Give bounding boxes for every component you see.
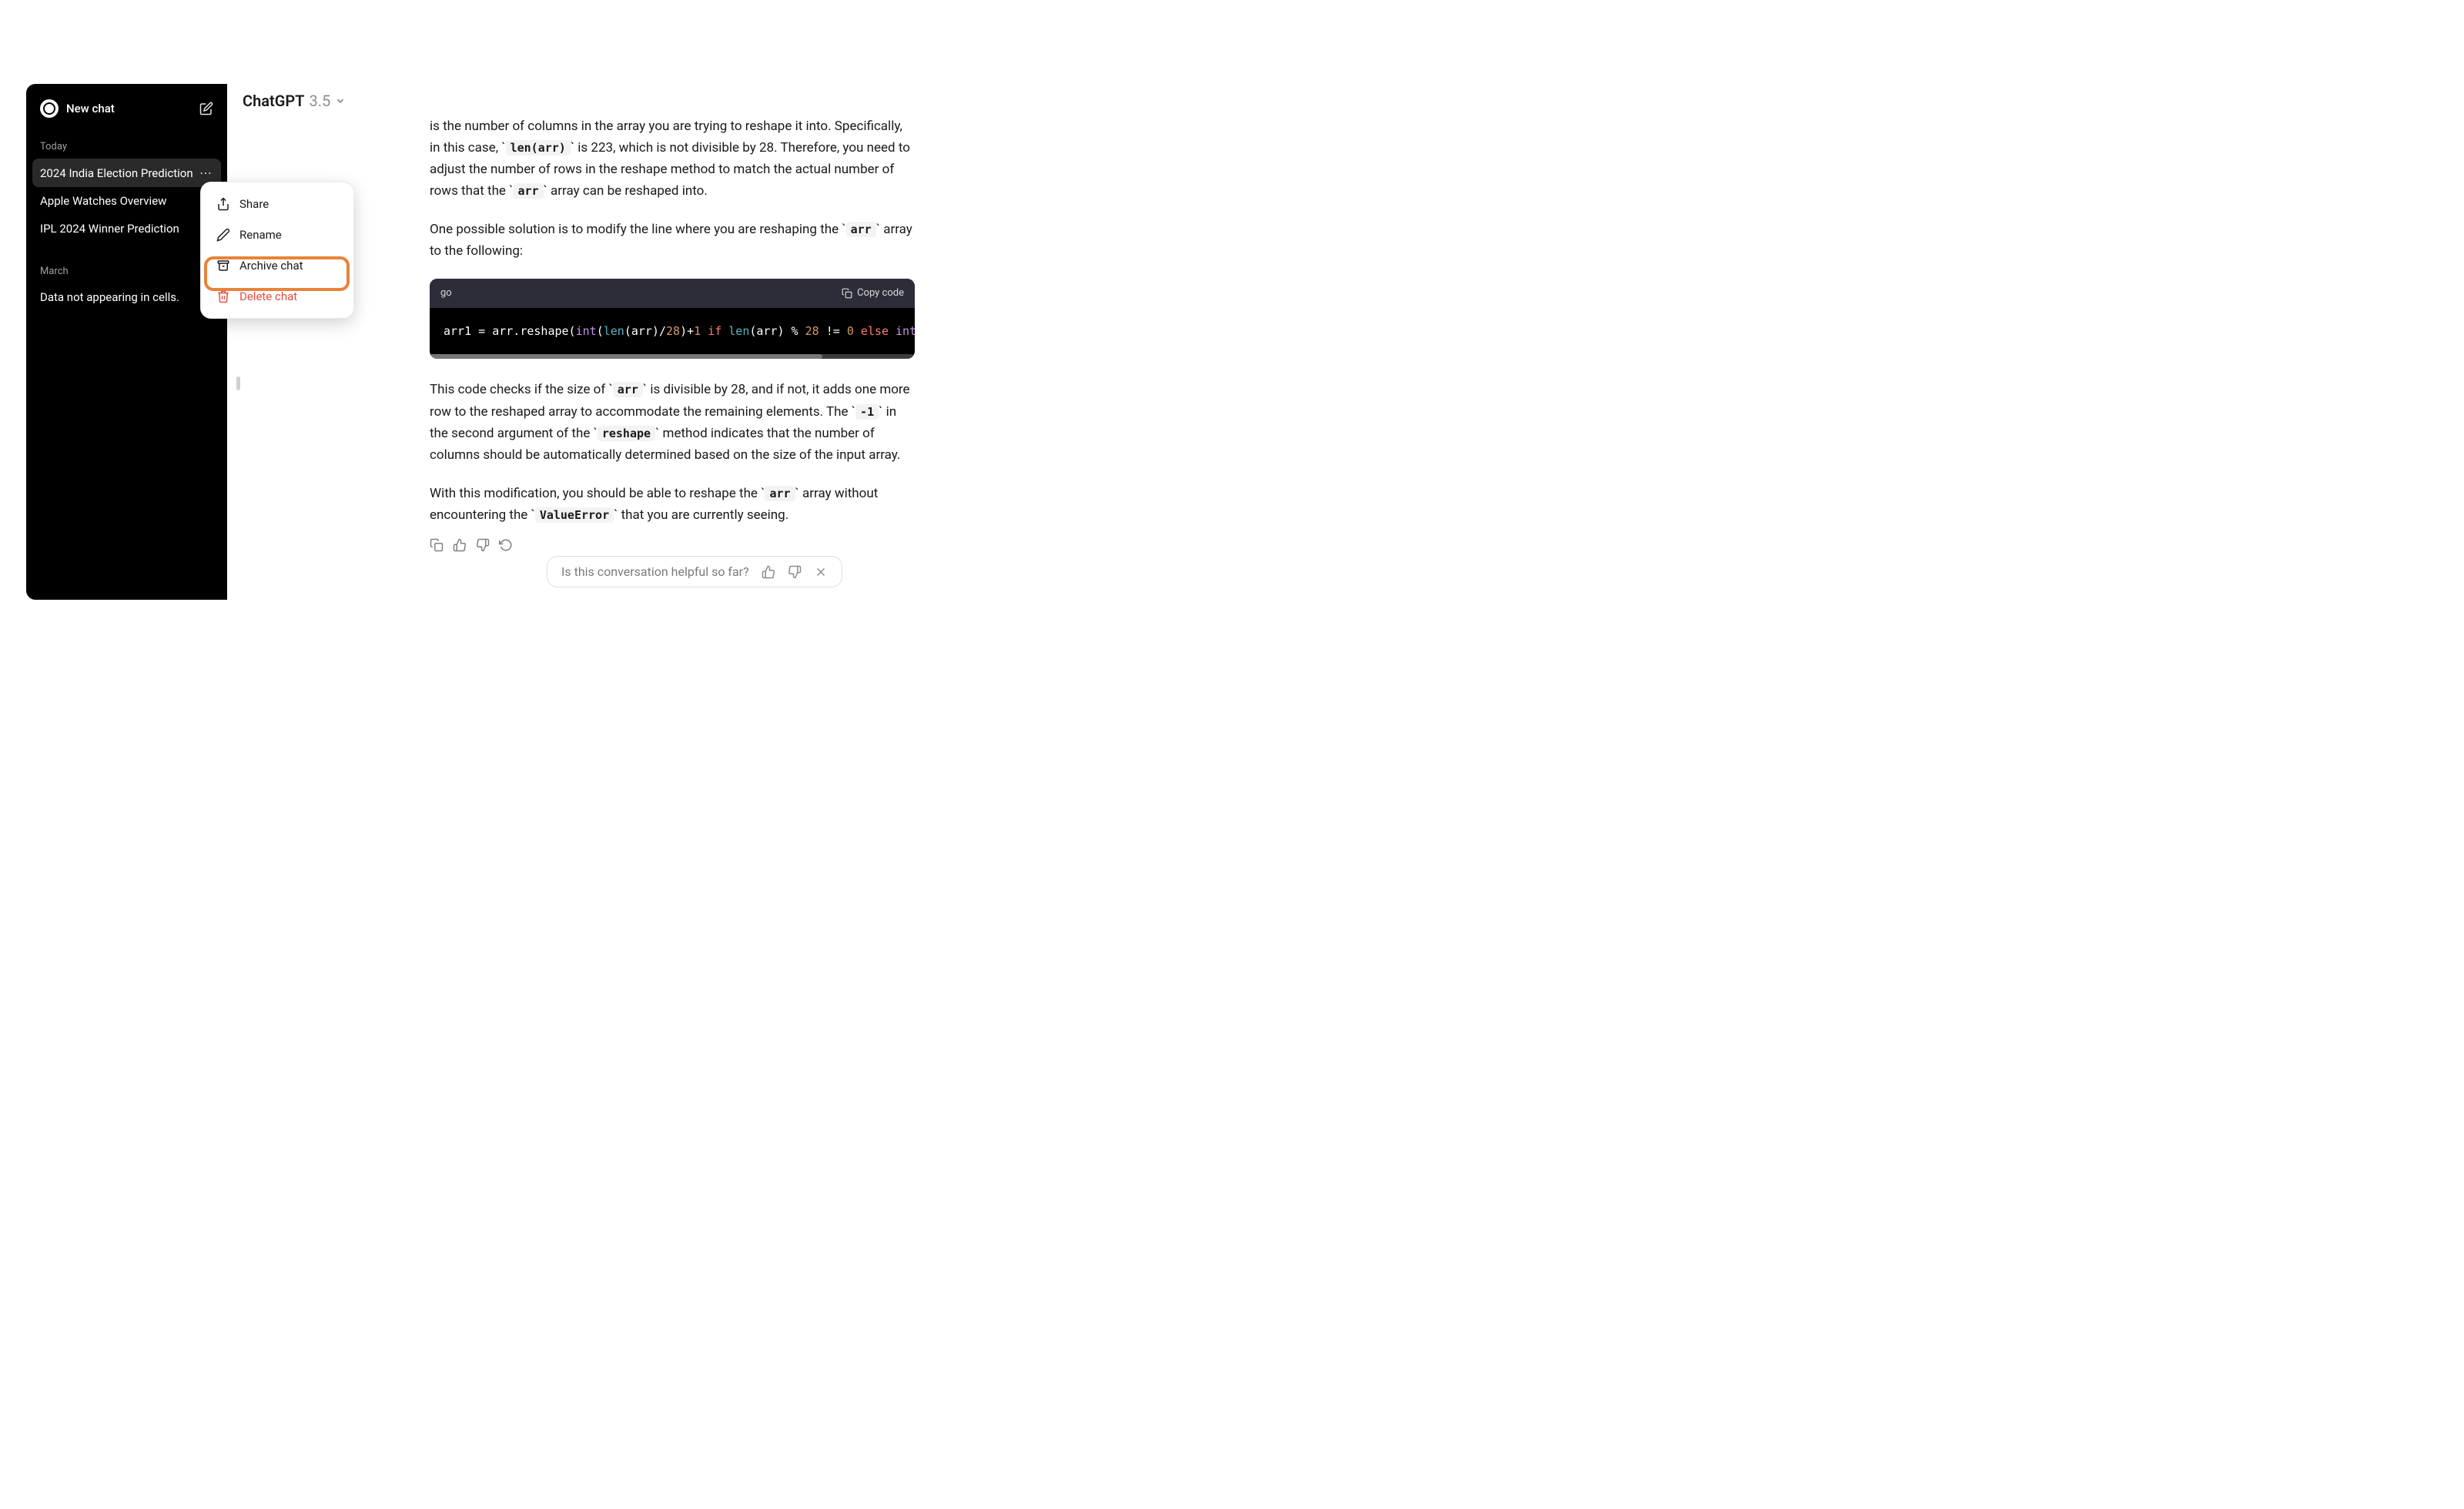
sidebar-item-chat[interactable]: IPL 2024 Winner Prediction: [32, 215, 221, 243]
chevron-down-icon: [335, 95, 346, 106]
inline-code: arr: [846, 222, 876, 237]
feedback-prompt: Is this conversation helpful so far?: [547, 556, 842, 587]
archive-icon: [216, 259, 230, 273]
close-icon[interactable]: [814, 565, 828, 579]
message-paragraph: With this modification, you should be ab…: [430, 483, 915, 526]
menu-item-label: Delete chat: [239, 289, 297, 303]
openai-logo-icon: [40, 99, 59, 118]
share-icon: [216, 197, 230, 211]
sidebar-section-label: Today: [32, 130, 221, 159]
inline-code: arr: [765, 486, 795, 501]
copy-code-button[interactable]: Copy code: [842, 285, 904, 301]
code-content[interactable]: arr1 = arr.reshape(int(len(arr)/28)+1 if…: [430, 308, 915, 355]
menu-item-archive[interactable]: Archive chat: [201, 250, 353, 281]
more-options-icon[interactable]: ⋯: [199, 166, 213, 180]
clipboard-icon: [842, 288, 852, 299]
message-paragraph: One possible solution is to modify the l…: [430, 219, 915, 262]
assistant-message: is the number of columns in the array yo…: [430, 115, 915, 552]
thumbs-down-icon[interactable]: [476, 538, 490, 552]
thumbs-down-icon[interactable]: [788, 565, 802, 579]
model-name: ChatGPT: [243, 92, 304, 110]
sidebar-item-label: 2024 India Election Prediction: [40, 166, 199, 180]
sidebar-item-label: Data not appearing in cells.: [40, 290, 213, 304]
feedback-text: Is this conversation helpful so far?: [561, 564, 749, 579]
sidebar-item-label: Apple Watches Overview: [40, 194, 213, 208]
code-block-header: go Copy code: [430, 279, 915, 307]
new-chat-button[interactable]: New chat: [32, 93, 221, 130]
sidebar-item-chat[interactable]: Apple Watches Overview: [32, 187, 221, 215]
sidebar-item-chat[interactable]: 2024 India Election Prediction ⋯: [32, 159, 221, 187]
inline-code: -1: [855, 404, 879, 420]
code-block: go Copy code arr1 = arr.reshape(int(len(…: [430, 279, 915, 359]
inline-code: reshape: [598, 426, 655, 441]
inline-code: arr: [513, 183, 543, 199]
model-version: 3.5: [309, 92, 330, 110]
message-actions: [430, 538, 915, 552]
thumbs-up-icon[interactable]: [453, 538, 467, 552]
inline-code: len(arr): [506, 140, 571, 156]
pencil-icon: [216, 228, 230, 242]
code-language-label: go: [440, 285, 452, 301]
menu-item-label: Rename: [239, 228, 282, 242]
sidebar-item-label: IPL 2024 Winner Prediction: [40, 222, 213, 236]
inline-code: ValueError: [535, 507, 614, 523]
main-area: ChatGPT 3.5: [227, 84, 936, 118]
regenerate-icon[interactable]: [499, 538, 513, 552]
thumbs-up-icon[interactable]: [762, 565, 775, 579]
sidebar-item-chat[interactable]: Data not appearing in cells.: [32, 283, 221, 311]
menu-item-label: Share: [239, 197, 269, 211]
copy-icon[interactable]: [430, 538, 444, 552]
inline-code: arr: [613, 382, 643, 397]
sidebar: New chat Today 2024 India Election Predi…: [26, 84, 227, 600]
edit-icon[interactable]: [199, 102, 213, 115]
menu-item-delete[interactable]: Delete chat: [201, 281, 353, 312]
menu-item-share[interactable]: Share: [201, 189, 353, 219]
trash-icon: [216, 289, 230, 303]
message-paragraph: is the number of columns in the array yo…: [430, 115, 915, 202]
chat-context-menu: Share Rename Archive chat Delete chat: [200, 182, 354, 319]
resize-handle[interactable]: [236, 376, 240, 390]
menu-item-rename[interactable]: Rename: [201, 219, 353, 250]
sidebar-section-label: March: [32, 255, 221, 283]
copy-code-label: Copy code: [857, 285, 904, 301]
message-paragraph: This code checks if the size of `arr` is…: [430, 379, 915, 465]
menu-item-label: Archive chat: [239, 259, 303, 273]
code-horizontal-scrollbar[interactable]: [430, 354, 915, 359]
model-switcher[interactable]: ChatGPT 3.5: [227, 84, 361, 118]
new-chat-label: New chat: [66, 102, 199, 115]
